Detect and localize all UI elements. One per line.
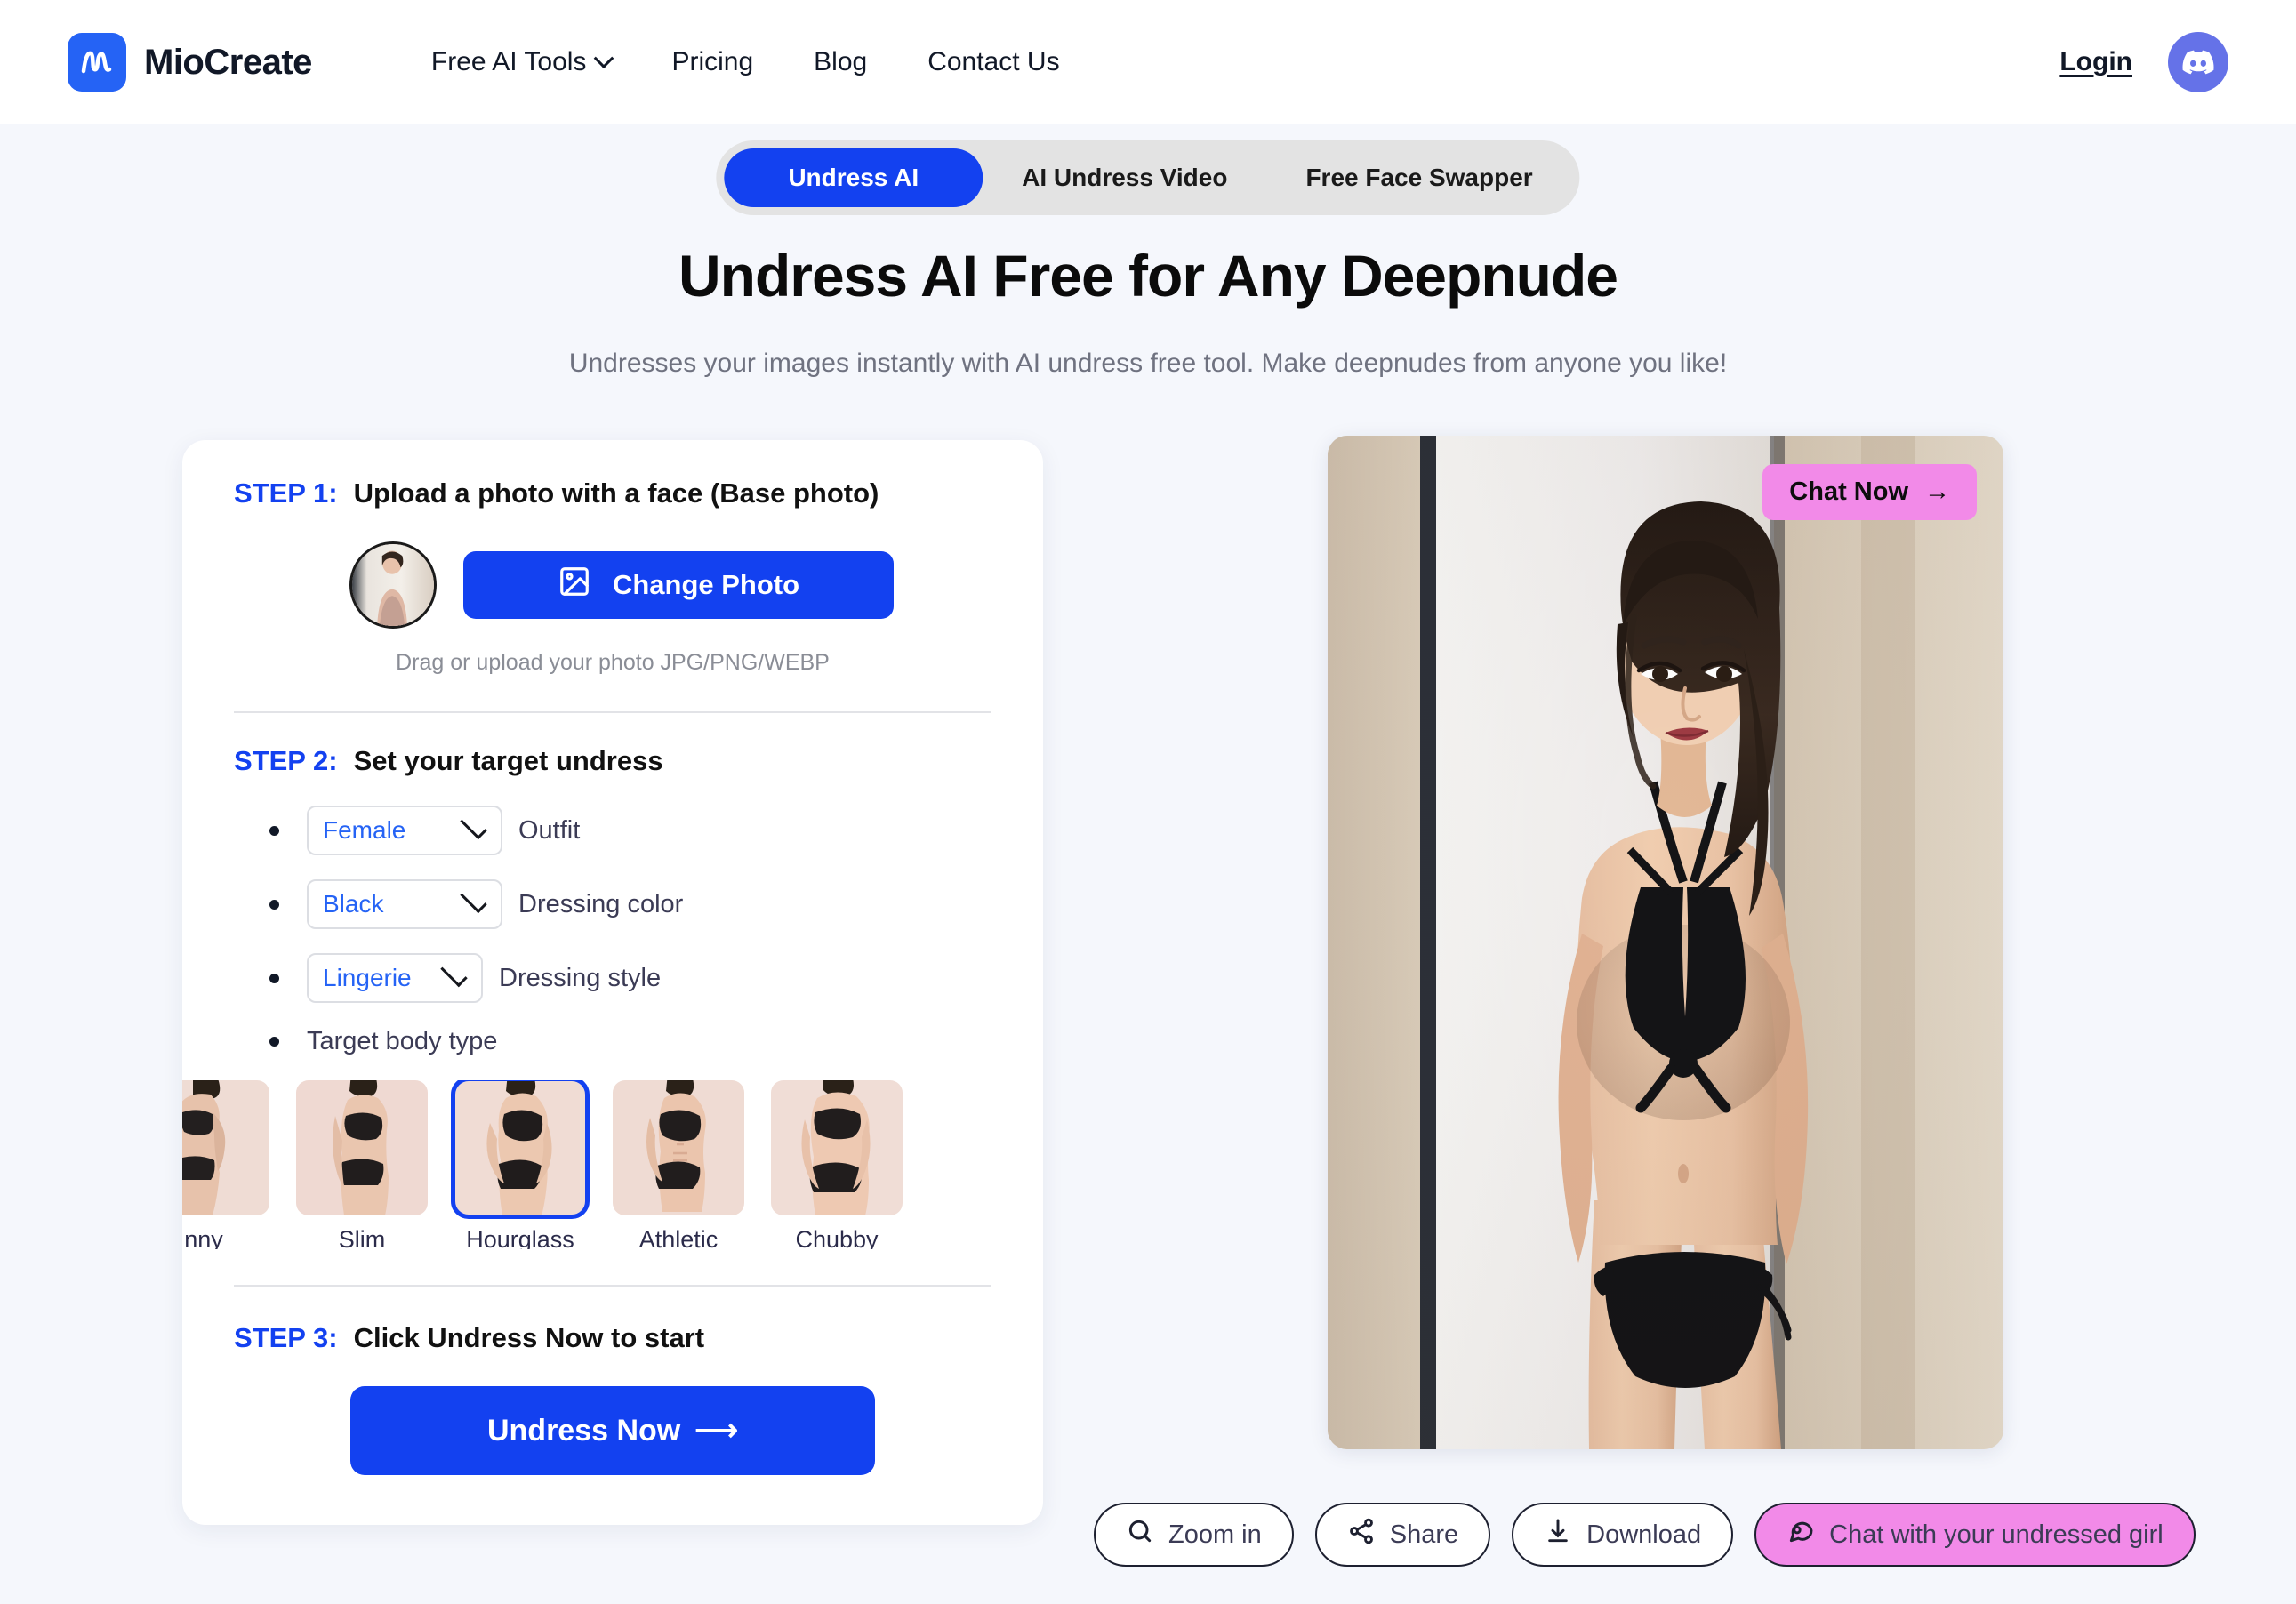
site-header: MioCreate Free AI Tools Pricing Blog Con…	[0, 0, 2296, 124]
body-type-option-slim[interactable]: Slim	[296, 1080, 428, 1249]
step2-text: Set your target undress	[353, 745, 663, 776]
option-row-body-type: Target body type	[234, 1027, 991, 1056]
change-photo-button[interactable]: Change Photo	[463, 551, 894, 619]
nav-label: Free AI Tools	[430, 47, 587, 76]
drag-upload-hint: Drag or upload your photo JPG/PNG/WEBP	[396, 650, 830, 675]
zoom-in-button[interactable]: Zoom in	[1094, 1503, 1294, 1567]
download-icon	[1544, 1517, 1572, 1552]
nav-item-free-ai-tools[interactable]: Free AI Tools	[401, 38, 642, 86]
body-type-option-hourglass[interactable]: Hourglass	[451, 1080, 590, 1249]
chevron-down-icon	[594, 48, 614, 69]
step1-heading: STEP 1: Upload a photo with a face (Base…	[234, 477, 991, 509]
body-type-option-athletic[interactable]: Athletic	[613, 1080, 744, 1249]
undress-form-panel: STEP 1: Upload a photo with a face (Base…	[182, 440, 1043, 1525]
chat-with-undressed-girl-label: Chat with your undressed girl	[1829, 1520, 2164, 1549]
body-type-name: Slim	[338, 1226, 386, 1249]
step2-number: STEP 2:	[234, 745, 338, 776]
header-actions: Login	[2059, 32, 2228, 92]
download-button[interactable]: Download	[1512, 1503, 1734, 1567]
body-type-thumbnail	[451, 1080, 590, 1219]
nav-item-blog[interactable]: Blog	[783, 38, 897, 86]
option-row-outfit: Female Outfit	[234, 806, 991, 855]
undress-now-label: Undress Now	[486, 1413, 681, 1448]
search-icon	[1126, 1517, 1154, 1552]
body-type-name: Hourglass	[466, 1226, 574, 1249]
share-button[interactable]: Share	[1314, 1503, 1491, 1567]
discord-icon[interactable]	[2168, 32, 2228, 92]
outfit-select[interactable]: Female	[307, 806, 502, 855]
body-type-thumbnail	[296, 1080, 428, 1215]
page-subtitle: Undresses your images instantly with AI …	[568, 349, 1728, 378]
result-image	[1328, 436, 2003, 1449]
tab-ai-undress-video[interactable]: AI Undress Video	[983, 148, 1266, 207]
step3-number: STEP 3:	[234, 1322, 338, 1353]
outfit-select-value: Female	[323, 816, 406, 844]
bullet-icon	[269, 973, 279, 983]
tab-free-face-swapper[interactable]: Free Face Swapper	[1266, 148, 1571, 207]
tab-undress-ai[interactable]: Undress AI	[724, 148, 983, 207]
chat-now-button[interactable]: Chat Now →	[1762, 464, 1977, 520]
outfit-label: Outfit	[518, 815, 581, 845]
page-root: MioCreate Free AI Tools Pricing Blog Con…	[0, 0, 2296, 1604]
bullet-icon	[269, 825, 279, 836]
body-type-track: nny Slim Hourglass Athletic Chubby	[182, 1080, 903, 1249]
chat-bubble-icon	[1786, 1517, 1815, 1552]
body-type-name: Athletic	[638, 1226, 719, 1249]
brand-name: MioCreate	[144, 42, 312, 82]
undress-now-button[interactable]: Undress Now ⟶	[350, 1386, 875, 1475]
base-photo-thumbnail[interactable]	[349, 541, 437, 629]
chat-now-label: Chat Now	[1789, 477, 1908, 506]
tool-tabs: Undress AI AI Undress Video Free Face Sw…	[716, 140, 1580, 215]
dressing-style-select-value: Lingerie	[323, 964, 412, 991]
dressing-style-label: Dressing style	[499, 963, 662, 992]
page-title: Undress AI Free for Any Deepnude	[678, 243, 1618, 309]
download-label: Download	[1586, 1520, 1702, 1549]
option-row-dressing-style: Lingerie Dressing style	[234, 953, 991, 1003]
zoom-in-label: Zoom in	[1168, 1520, 1262, 1549]
change-photo-label: Change Photo	[612, 569, 800, 600]
option-row-dressing-color: Black Dressing color	[234, 879, 991, 929]
body-type-name: nny	[184, 1226, 223, 1249]
step3-text: Click Undress Now to start	[353, 1322, 705, 1353]
body-type-name: Chubby	[795, 1226, 879, 1249]
dressing-color-select-value: Black	[323, 890, 384, 918]
upload-row: Change Photo	[234, 541, 991, 629]
arrow-right-icon: ⟶	[694, 1414, 738, 1448]
chevron-down-icon	[440, 959, 468, 988]
miocreate-logo-icon	[68, 33, 126, 92]
share-icon	[1347, 1517, 1376, 1552]
step2-heading: STEP 2: Set your target undress	[234, 745, 991, 777]
step1-number: STEP 1:	[234, 477, 338, 509]
chevron-down-icon	[460, 812, 487, 840]
nav-item-pricing[interactable]: Pricing	[641, 38, 783, 86]
main-nav: Free AI Tools Pricing Blog Contact Us	[401, 38, 1090, 86]
result-action-bar: Zoom in Share Download Chat with your un…	[1094, 1503, 2196, 1567]
bullet-icon	[269, 1037, 279, 1047]
chat-with-undressed-girl-button[interactable]: Chat with your undressed girl	[1754, 1503, 2196, 1567]
body-type-thumbnail	[771, 1080, 903, 1215]
login-link[interactable]: Login	[2059, 47, 2132, 77]
brand-logo-group[interactable]: MioCreate	[68, 33, 312, 92]
body-type-option-chubby[interactable]: Chubby	[771, 1080, 903, 1249]
body-type-option-skinny[interactable]: nny	[182, 1080, 269, 1249]
share-label: Share	[1389, 1520, 1459, 1549]
dressing-color-label: Dressing color	[518, 889, 684, 918]
undress-options-list: Female Outfit Black Dressing color Linge…	[234, 806, 991, 1056]
arrow-right-icon: →	[1924, 477, 1950, 506]
step1-text: Upload a photo with a face (Base photo)	[353, 477, 879, 509]
body-type-thumbnail	[182, 1080, 269, 1215]
body-type-thumbnail	[613, 1080, 744, 1215]
nav-item-contact-us[interactable]: Contact Us	[897, 38, 1089, 86]
body-type-gallery[interactable]: nny Slim Hourglass Athletic Chubby	[182, 1080, 1043, 1249]
dressing-style-select[interactable]: Lingerie	[307, 953, 483, 1003]
bullet-icon	[269, 899, 279, 910]
target-body-type-label: Target body type	[307, 1027, 498, 1055]
chevron-down-icon	[460, 886, 487, 914]
result-image-card[interactable]: Chat Now →	[1328, 436, 2003, 1449]
dressing-color-select[interactable]: Black	[307, 879, 502, 929]
image-icon	[558, 565, 591, 606]
step3-heading: STEP 3: Click Undress Now to start	[234, 1322, 991, 1354]
